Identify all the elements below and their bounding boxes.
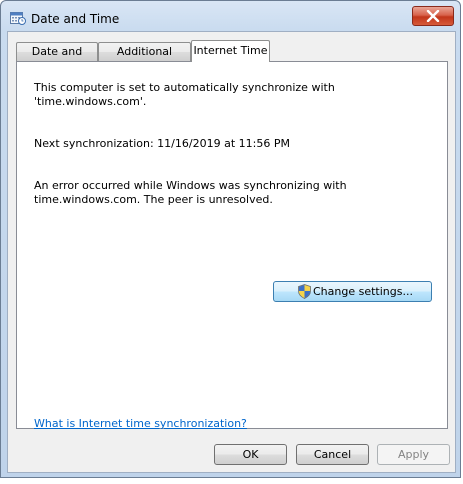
- date-time-dialog: Date and Time Date and Time Additional C…: [0, 0, 461, 478]
- next-sync-text: Next synchronization: 11/16/2019 at 11:5…: [34, 137, 290, 150]
- shield-icon: [298, 284, 311, 305]
- tab-strip: Date and Time Additional Clocks Internet…: [16, 40, 456, 75]
- sync-status-text: This computer is set to automatically sy…: [34, 81, 434, 109]
- tab-internet-time[interactable]: Internet Time: [191, 40, 270, 62]
- sync-status-line-1: This computer is set to automatically sy…: [34, 81, 335, 94]
- cancel-button[interactable]: Cancel: [296, 444, 369, 465]
- sync-error-line-2: time.windows.com. The peer is unresolved…: [34, 193, 273, 206]
- window-title: Date and Time: [31, 12, 120, 26]
- tab-additional-clocks[interactable]: Additional Clocks: [98, 42, 191, 75]
- close-button[interactable]: [412, 6, 454, 26]
- internet-time-panel: This computer is set to automatically sy…: [16, 61, 448, 430]
- date-time-icon: [10, 11, 26, 25]
- sync-error-text: An error occurred while Windows was sync…: [34, 179, 434, 207]
- ok-button[interactable]: OK: [214, 444, 287, 465]
- change-settings-label: Change settings...: [313, 285, 413, 298]
- dialog-body: Date and Time Additional Clocks Internet…: [7, 31, 456, 473]
- apply-button[interactable]: Apply: [377, 444, 450, 465]
- sync-status-line-2: 'time.windows.com'.: [34, 95, 147, 108]
- change-settings-button[interactable]: Change settings...: [273, 281, 432, 302]
- tab-date-and-time[interactable]: Date and Time: [16, 42, 98, 75]
- title-bar[interactable]: Date and Time: [1, 1, 460, 35]
- help-link[interactable]: What is Internet time synchronization?: [34, 417, 247, 430]
- close-icon: [426, 10, 440, 22]
- sync-error-line-1: An error occurred while Windows was sync…: [34, 179, 347, 192]
